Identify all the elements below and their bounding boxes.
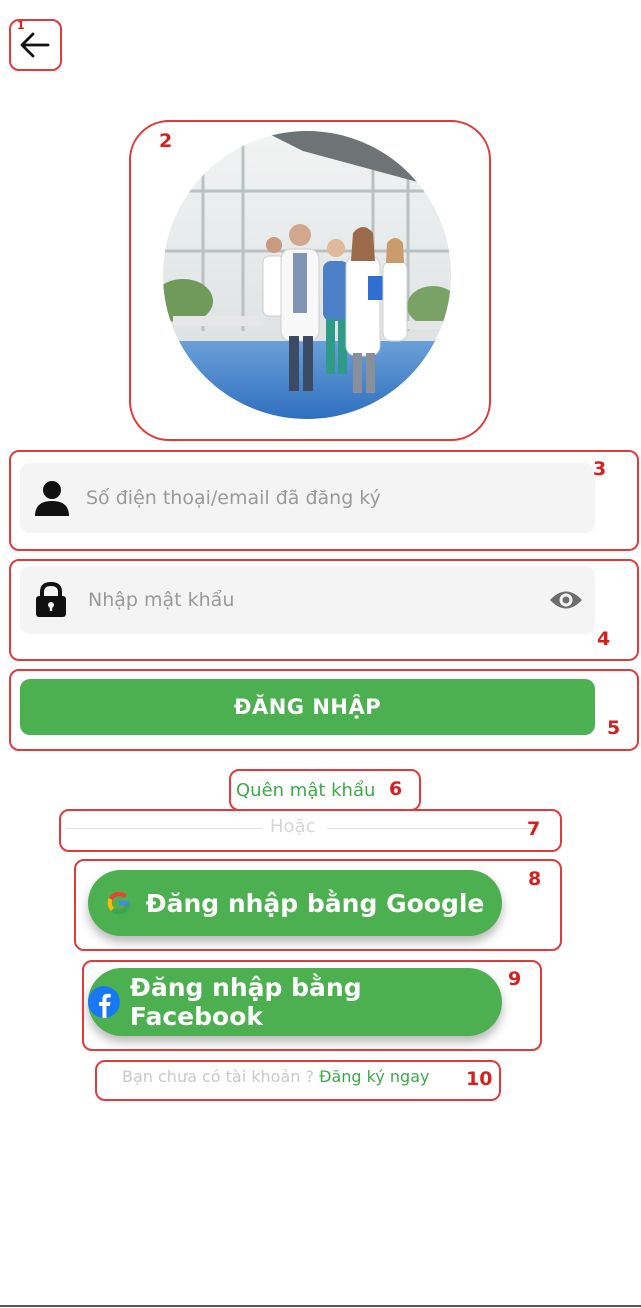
password-input[interactable] <box>86 588 549 612</box>
divider-right <box>327 828 535 829</box>
signup-link[interactable]: Đăng ký ngay <box>319 1067 429 1086</box>
google-login-button[interactable]: Đăng nhập bằng Google <box>88 870 502 936</box>
facebook-button-label: Đăng nhập bằng Facebook <box>129 973 362 1031</box>
signup-row: Bạn chưa có tài khoản ? Đăng ký ngay <box>122 1067 429 1086</box>
divider-left <box>66 828 262 829</box>
forgot-password-link[interactable]: Quên mật khẩu <box>236 780 375 801</box>
annotation-label-1: 1 <box>17 19 25 32</box>
bottom-border <box>0 1305 641 1307</box>
eye-icon[interactable] <box>549 587 583 613</box>
facebook-login-button[interactable]: Đăng nhập bằng Facebook <box>88 968 502 1036</box>
password-field[interactable] <box>20 566 595 634</box>
lock-icon <box>36 582 66 617</box>
phone-email-field[interactable] <box>20 463 595 533</box>
annotation-label-5: 5 <box>607 717 621 739</box>
signup-prompt: Bạn chưa có tài khoản ? <box>122 1067 314 1086</box>
google-button-label: Đăng nhập bằng Google <box>145 888 485 918</box>
annotation-label-2: 2 <box>159 130 173 152</box>
arrow-left-icon <box>20 32 50 58</box>
annotation-label-6: 6 <box>389 778 403 800</box>
hero-image <box>163 131 451 419</box>
phone-email-input[interactable] <box>84 486 595 510</box>
user-icon <box>35 481 69 516</box>
google-icon <box>107 891 130 915</box>
annotation-label-8: 8 <box>528 868 542 890</box>
annotation-label-7: 7 <box>527 818 541 840</box>
facebook-icon <box>88 986 120 1018</box>
login-button[interactable]: ĐĂNG NHẬP <box>20 679 595 735</box>
annotation-label-9: 9 <box>508 968 522 990</box>
annotation-label-3: 3 <box>593 458 607 480</box>
or-divider-label: Hoặc <box>270 816 316 837</box>
annotation-label-4: 4 <box>597 628 611 650</box>
annotation-label-10: 10 <box>466 1068 493 1090</box>
